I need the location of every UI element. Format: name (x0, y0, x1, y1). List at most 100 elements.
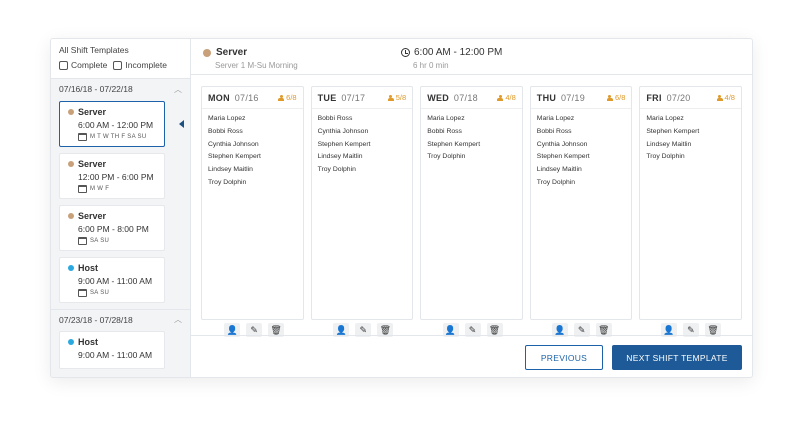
card-days: SA SU (78, 237, 158, 245)
card-role-label: Server (78, 211, 107, 221)
day-date: 07/17 (341, 92, 366, 103)
day-column-mon: MON 07/16 6/8 Maria Lopez Bobbi Ross Cyn… (201, 86, 304, 320)
template-card[interactable]: Server 12:00 PM - 6:00 PM M W F (59, 153, 165, 199)
staff-name: Maria Lopez (208, 115, 246, 122)
day-column-wed: WED 07/18 4/8 Maria Lopez Bobbi Ross Ste… (420, 86, 523, 320)
staff-name: Lindsey Maitlin (536, 166, 582, 174)
checkbox-icon[interactable] (59, 60, 68, 70)
sidebar-title: All Shift Templates (59, 45, 129, 55)
day-date: 07/18 (453, 92, 478, 103)
staff-count-label: 5/8 (395, 93, 407, 102)
role-color-dot (68, 161, 74, 167)
staff-list: Maria Lopez Bobbi Ross Cynthia Johnson S… (531, 109, 632, 194)
calendar-icon (78, 289, 87, 297)
day-name: WED 07/18 (427, 92, 478, 103)
staff-name: Troy Dolphin (317, 166, 356, 174)
card-role: Host (68, 337, 158, 347)
date-range-label: 07/16/18 - 07/22/18 (59, 84, 133, 94)
staff-name: Stephen Kempert (427, 140, 481, 148)
day-header: THU 07/19 6/8 (530, 87, 632, 109)
role-color-dot (203, 48, 211, 57)
card-role-label: Host (78, 263, 98, 273)
card-role: Server (68, 211, 158, 221)
staff-name: Lindsey Maitlin (646, 140, 692, 148)
staff-name: Maria Lopez (427, 115, 465, 122)
staff-count: 4/8 (497, 93, 516, 102)
sidebar-header: All Shift Templates Complete Incomplete (51, 39, 190, 79)
staff-count-label: 4/8 (724, 93, 735, 102)
day-column-thu: THU 07/19 6/8 Maria Lopez Bobbi Ross Cyn… (529, 86, 633, 320)
staff-name: Cynthia Johnson (536, 140, 588, 148)
card-days-label: M T W TH F SA SU (90, 134, 147, 140)
person-icon (497, 94, 504, 101)
staff-list: Maria Lopez Stephen Kempert Lindsey Mait… (640, 109, 741, 168)
staff-name: Troy Dolphin (646, 153, 685, 161)
staff-count-label: 6/8 (614, 93, 626, 102)
role-color-dot (68, 339, 74, 345)
day-header: MON 07/16 6/8 (202, 87, 303, 109)
staff-count: 6/8 (278, 93, 297, 102)
staff-name: Stephen Kempert (317, 140, 371, 148)
card-role: Server (68, 159, 158, 169)
staff-name: Lindsey Maitlin (208, 166, 253, 174)
staff-name: Cynthia Johnson (317, 127, 369, 135)
staff-count: 6/8 (606, 93, 626, 102)
filter-checks: Complete Incomplete (59, 60, 182, 70)
calendar-icon (78, 237, 87, 245)
role-color-dot (68, 265, 74, 271)
staff-name: Bobbi Ross (208, 127, 243, 135)
staff-name: Troy Dolphin (427, 153, 466, 161)
template-card[interactable]: Server 6:00 PM - 8:00 PM SA SU (59, 205, 165, 251)
date-range-label: 07/23/18 - 07/28/18 (59, 314, 133, 325)
day-name: THU 07/19 (536, 92, 586, 103)
filter-complete-checkbox[interactable]: Complete (59, 60, 107, 70)
chevron-up-icon[interactable]: ︿ (174, 314, 182, 325)
checkbox-icon[interactable] (113, 60, 123, 70)
person-icon (606, 94, 613, 101)
staff-name: Maria Lopez (536, 115, 575, 122)
staff-name: Stephen Kempert (208, 153, 261, 161)
previous-button[interactable]: PREVIOUS (525, 345, 603, 370)
person-icon (716, 94, 723, 101)
shift-template-app: All Shift Templates Complete Incomplete … (50, 38, 753, 378)
role-color-dot (68, 213, 74, 219)
calendar-icon (78, 133, 87, 141)
card-time: 6:00 AM - 12:00 PM (78, 120, 154, 130)
card-days: SA SU (78, 289, 158, 297)
header-duration: 6 hr 0 min (413, 61, 449, 70)
template-card[interactable]: Host 9:00 AM - 11:00 AM SA SU (59, 257, 165, 303)
filter-complete-label: Complete (71, 60, 108, 70)
header-time: 6:00 AM - 12:00 PM (401, 47, 502, 58)
chevron-up-icon[interactable]: ︿ (174, 84, 182, 95)
header-time-label: 6:00 AM - 12:00 PM (414, 47, 503, 58)
day-column-fri: FRI 07/20 4/8 Maria Lopez Stephen Kemper… (639, 86, 742, 320)
card-role: Host (68, 263, 158, 273)
date-range-header[interactable]: 07/16/18 - 07/22/18 ︿ (51, 79, 190, 99)
card-role: Server (68, 107, 158, 117)
card-days-label: SA SU (90, 238, 110, 244)
filter-incomplete-checkbox[interactable]: Incomplete (113, 60, 167, 70)
day-date: 07/20 (666, 92, 691, 103)
staff-list: Bobbi Ross Cynthia Johnson Stephen Kempe… (312, 109, 413, 181)
person-icon (278, 94, 285, 101)
card-days-label: M W F (90, 186, 110, 192)
template-card[interactable]: Host 9:00 AM - 11:00 AM (59, 331, 165, 369)
card-role-label: Host (78, 337, 98, 347)
day-name: TUE 07/17 (317, 92, 366, 103)
calendar-icon (78, 185, 87, 193)
card-days-label: SA SU (90, 290, 110, 296)
staff-name: Stephen Kempert (646, 127, 700, 135)
card-time: 9:00 AM - 11:00 AM (78, 350, 153, 360)
date-range-header[interactable]: 07/23/18 - 07/28/18 ︿ (51, 309, 190, 329)
staff-name: Stephen Kempert (536, 153, 590, 161)
next-shift-template-button[interactable]: NEXT SHIFT TEMPLATE (612, 345, 742, 370)
staff-name: Cynthia Johnson (208, 140, 259, 148)
card-time: 9:00 AM - 11:00 AM (78, 276, 153, 286)
staff-count-label: 6/8 (286, 93, 297, 102)
staff-name: Bobbi Ross (427, 127, 462, 135)
clock-icon (401, 48, 410, 57)
staff-count: 4/8 (716, 93, 735, 102)
template-card-selected[interactable]: Server 6:00 AM - 12:00 PM M T W TH F SA … (59, 101, 184, 147)
staff-count-label: 4/8 (505, 93, 516, 102)
staff-count: 5/8 (387, 93, 407, 102)
